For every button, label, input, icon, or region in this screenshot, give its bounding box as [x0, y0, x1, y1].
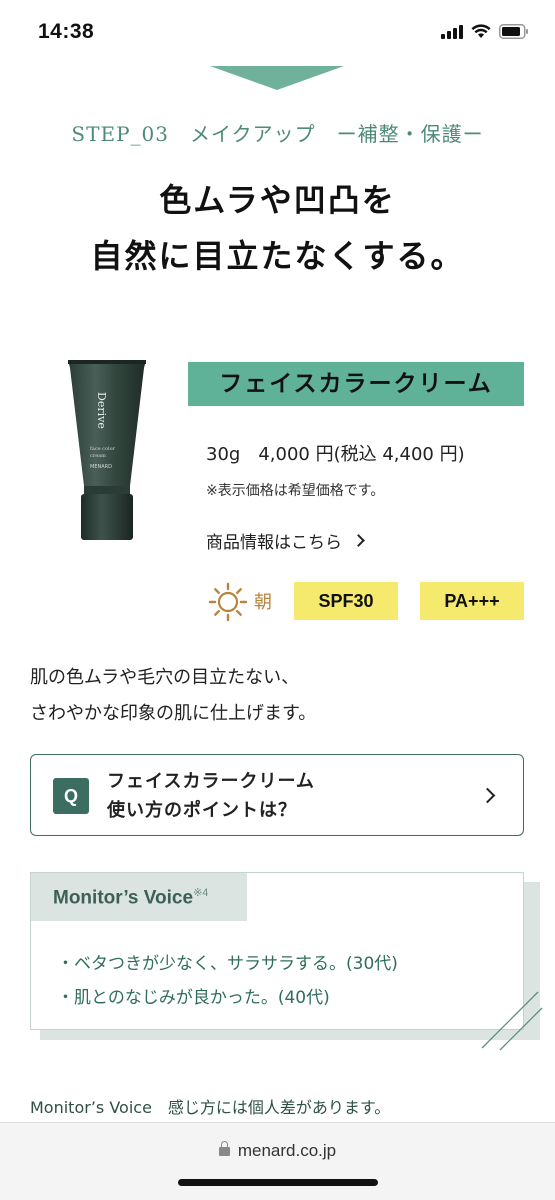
lock-icon	[218, 1141, 230, 1156]
monitor-voice-card: Monitor’s Voice※4 ・ベタつきが少なく、サラサラする。(30代)…	[30, 872, 524, 1030]
product-name: フェイスカラークリーム	[188, 362, 524, 406]
chevron-right-icon	[352, 534, 365, 547]
url-text: menard.co.jp	[237, 1141, 337, 1160]
product-description: 肌の色ムラや毛穴の目立たない、 さわやかな印象の肌に仕上げます。	[30, 660, 316, 732]
pa-badge: PA+++	[420, 582, 524, 620]
chevron-right-icon	[479, 787, 496, 804]
cellular-signal-icon	[441, 24, 463, 39]
q-badge: Q	[53, 778, 89, 814]
decorative-diagonal-lines	[478, 988, 544, 1054]
section-divider-triangle	[210, 66, 344, 90]
monitor-voice-list: ・ベタつきが少なく、サラサラする。(30代) ・肌とのなじみが良かった。(40代…	[57, 947, 398, 1015]
price-note: ※表示価格は希望価格です。	[206, 483, 385, 499]
description-line-1: 肌の色ムラや毛穴の目立たない、	[30, 667, 300, 688]
url-display[interactable]: menard.co.jp	[0, 1141, 555, 1161]
howto-line-1: フェイスカラークリーム	[107, 771, 315, 792]
headline-line-2: 自然に目立たなくする。	[90, 237, 465, 275]
tube-desc-line-1: face color	[90, 446, 115, 452]
list-item: ・肌とのなじみが良かった。(40代)	[57, 988, 330, 1008]
spf-badge: SPF30	[294, 582, 398, 620]
battery-icon	[499, 24, 529, 39]
status-bar: 14:38	[0, 0, 555, 62]
monitor-voice-tab: Monitor’s Voice※4	[31, 873, 247, 921]
list-item: ・ベタつきが少なく、サラサラする。(30代)	[57, 954, 398, 974]
status-icons	[441, 24, 529, 39]
browser-address-bar[interactable]: menard.co.jp	[0, 1122, 555, 1200]
morning-label: 朝	[254, 592, 272, 613]
wifi-icon	[471, 24, 491, 39]
section-headline: 色ムラや凹凸を 自然に目立たなくする。	[0, 172, 555, 284]
status-time: 14:38	[38, 20, 95, 43]
tube-maker-text: MENARD	[90, 464, 112, 470]
product-info-link-label: 商品情報はこちら	[206, 533, 342, 553]
tube-brand-text: Derive	[95, 392, 108, 429]
sun-icon	[206, 582, 250, 622]
home-indicator	[178, 1179, 378, 1186]
howto-line-2: 使い方のポイントは？	[107, 800, 297, 821]
step-label: STEP_03 メイクアップ ー補整・保護ー	[71, 122, 484, 146]
product-info-link[interactable]: 商品情報はこちら	[206, 528, 365, 553]
product-price: 30g 4,000 円(税込 4,400 円)	[206, 444, 465, 465]
monitor-voice-footnote: ※4	[193, 887, 209, 899]
howto-text: フェイスカラークリーム 使い方のポイントは？	[107, 767, 315, 825]
usage-badges: 朝 SPF30 PA+++	[206, 582, 526, 622]
product-tube-image: Derive face color cream MENARD	[64, 358, 150, 544]
tube-desc-line-2: cream	[90, 453, 106, 459]
monitor-voice-title-text: Monitor’s Voice	[53, 887, 194, 909]
headline-line-1: 色ムラや凹凸を	[159, 181, 396, 219]
description-line-2: さわやかな印象の肌に仕上げます。	[30, 703, 317, 724]
howto-link-card[interactable]: Q フェイスカラークリーム 使い方のポイントは？	[30, 754, 524, 836]
monitor-voice-title: Monitor’s Voice※4	[53, 886, 208, 909]
disclaimer-text: Monitor’s Voice 感じ方には個人差があります。	[30, 1098, 391, 1117]
